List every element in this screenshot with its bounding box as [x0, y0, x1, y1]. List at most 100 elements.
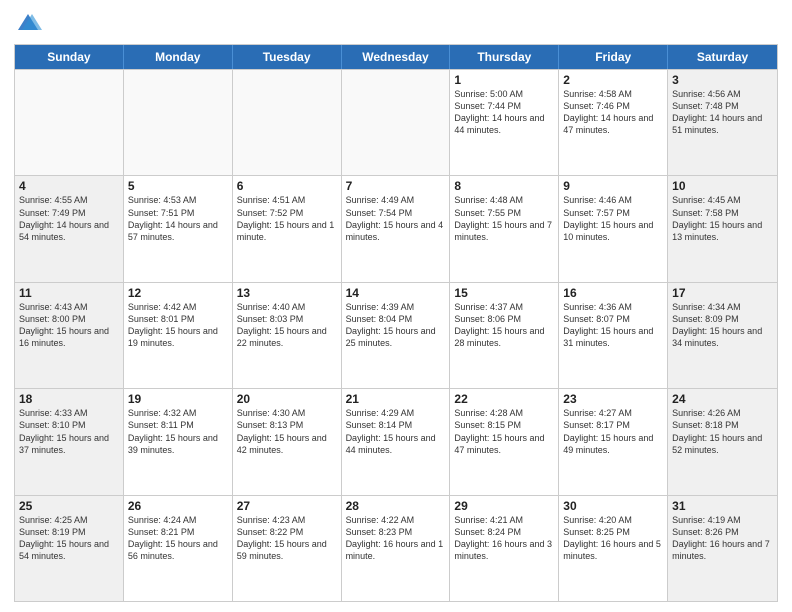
cell-info: Sunrise: 4:39 AM Sunset: 8:04 PM Dayligh…	[346, 301, 446, 350]
calendar-body: 1Sunrise: 5:00 AM Sunset: 7:44 PM Daylig…	[15, 69, 777, 601]
day-number: 28	[346, 499, 446, 513]
cal-cell-9: 9Sunrise: 4:46 AM Sunset: 7:57 PM Daylig…	[559, 176, 668, 281]
cal-cell-20: 20Sunrise: 4:30 AM Sunset: 8:13 PM Dayli…	[233, 389, 342, 494]
cell-info: Sunrise: 4:46 AM Sunset: 7:57 PM Dayligh…	[563, 194, 663, 243]
cal-cell-14: 14Sunrise: 4:39 AM Sunset: 8:04 PM Dayli…	[342, 283, 451, 388]
cal-cell-17: 17Sunrise: 4:34 AM Sunset: 8:09 PM Dayli…	[668, 283, 777, 388]
cal-cell-empty-0-3	[342, 70, 451, 175]
cell-info: Sunrise: 4:45 AM Sunset: 7:58 PM Dayligh…	[672, 194, 773, 243]
week-row-4: 25Sunrise: 4:25 AM Sunset: 8:19 PM Dayli…	[15, 495, 777, 601]
day-number: 21	[346, 392, 446, 406]
logo	[14, 10, 44, 38]
cal-cell-26: 26Sunrise: 4:24 AM Sunset: 8:21 PM Dayli…	[124, 496, 233, 601]
cal-cell-1: 1Sunrise: 5:00 AM Sunset: 7:44 PM Daylig…	[450, 70, 559, 175]
col-header-tuesday: Tuesday	[233, 45, 342, 69]
cal-cell-empty-0-1	[124, 70, 233, 175]
cell-info: Sunrise: 4:29 AM Sunset: 8:14 PM Dayligh…	[346, 407, 446, 456]
cal-cell-10: 10Sunrise: 4:45 AM Sunset: 7:58 PM Dayli…	[668, 176, 777, 281]
cal-cell-29: 29Sunrise: 4:21 AM Sunset: 8:24 PM Dayli…	[450, 496, 559, 601]
cell-info: Sunrise: 4:26 AM Sunset: 8:18 PM Dayligh…	[672, 407, 773, 456]
cell-info: Sunrise: 4:36 AM Sunset: 8:07 PM Dayligh…	[563, 301, 663, 350]
cal-cell-24: 24Sunrise: 4:26 AM Sunset: 8:18 PM Dayli…	[668, 389, 777, 494]
day-number: 11	[19, 286, 119, 300]
day-number: 4	[19, 179, 119, 193]
col-header-thursday: Thursday	[450, 45, 559, 69]
day-number: 23	[563, 392, 663, 406]
day-number: 27	[237, 499, 337, 513]
day-number: 6	[237, 179, 337, 193]
cell-info: Sunrise: 4:34 AM Sunset: 8:09 PM Dayligh…	[672, 301, 773, 350]
day-number: 18	[19, 392, 119, 406]
day-number: 8	[454, 179, 554, 193]
cell-info: Sunrise: 5:00 AM Sunset: 7:44 PM Dayligh…	[454, 88, 554, 137]
day-number: 31	[672, 499, 773, 513]
cell-info: Sunrise: 4:23 AM Sunset: 8:22 PM Dayligh…	[237, 514, 337, 563]
cell-info: Sunrise: 4:37 AM Sunset: 8:06 PM Dayligh…	[454, 301, 554, 350]
day-number: 3	[672, 73, 773, 87]
day-number: 9	[563, 179, 663, 193]
cell-info: Sunrise: 4:21 AM Sunset: 8:24 PM Dayligh…	[454, 514, 554, 563]
col-header-monday: Monday	[124, 45, 233, 69]
cal-cell-16: 16Sunrise: 4:36 AM Sunset: 8:07 PM Dayli…	[559, 283, 668, 388]
cal-cell-27: 27Sunrise: 4:23 AM Sunset: 8:22 PM Dayli…	[233, 496, 342, 601]
cal-cell-23: 23Sunrise: 4:27 AM Sunset: 8:17 PM Dayli…	[559, 389, 668, 494]
cell-info: Sunrise: 4:24 AM Sunset: 8:21 PM Dayligh…	[128, 514, 228, 563]
col-header-sunday: Sunday	[15, 45, 124, 69]
week-row-2: 11Sunrise: 4:43 AM Sunset: 8:00 PM Dayli…	[15, 282, 777, 388]
cell-info: Sunrise: 4:56 AM Sunset: 7:48 PM Dayligh…	[672, 88, 773, 137]
day-number: 29	[454, 499, 554, 513]
header	[14, 10, 778, 38]
cal-cell-25: 25Sunrise: 4:25 AM Sunset: 8:19 PM Dayli…	[15, 496, 124, 601]
cal-cell-13: 13Sunrise: 4:40 AM Sunset: 8:03 PM Dayli…	[233, 283, 342, 388]
day-number: 17	[672, 286, 773, 300]
cal-cell-3: 3Sunrise: 4:56 AM Sunset: 7:48 PM Daylig…	[668, 70, 777, 175]
cal-cell-30: 30Sunrise: 4:20 AM Sunset: 8:25 PM Dayli…	[559, 496, 668, 601]
day-number: 16	[563, 286, 663, 300]
week-row-0: 1Sunrise: 5:00 AM Sunset: 7:44 PM Daylig…	[15, 69, 777, 175]
cell-info: Sunrise: 4:53 AM Sunset: 7:51 PM Dayligh…	[128, 194, 228, 243]
day-number: 14	[346, 286, 446, 300]
day-number: 15	[454, 286, 554, 300]
cell-info: Sunrise: 4:58 AM Sunset: 7:46 PM Dayligh…	[563, 88, 663, 137]
cal-cell-12: 12Sunrise: 4:42 AM Sunset: 8:01 PM Dayli…	[124, 283, 233, 388]
cell-info: Sunrise: 4:55 AM Sunset: 7:49 PM Dayligh…	[19, 194, 119, 243]
day-number: 13	[237, 286, 337, 300]
cell-info: Sunrise: 4:49 AM Sunset: 7:54 PM Dayligh…	[346, 194, 446, 243]
cal-cell-21: 21Sunrise: 4:29 AM Sunset: 8:14 PM Dayli…	[342, 389, 451, 494]
col-header-saturday: Saturday	[668, 45, 777, 69]
logo-icon	[14, 10, 42, 38]
cal-cell-11: 11Sunrise: 4:43 AM Sunset: 8:00 PM Dayli…	[15, 283, 124, 388]
cal-cell-8: 8Sunrise: 4:48 AM Sunset: 7:55 PM Daylig…	[450, 176, 559, 281]
cal-cell-5: 5Sunrise: 4:53 AM Sunset: 7:51 PM Daylig…	[124, 176, 233, 281]
cal-cell-4: 4Sunrise: 4:55 AM Sunset: 7:49 PM Daylig…	[15, 176, 124, 281]
day-number: 1	[454, 73, 554, 87]
cal-cell-empty-0-2	[233, 70, 342, 175]
cell-info: Sunrise: 4:51 AM Sunset: 7:52 PM Dayligh…	[237, 194, 337, 243]
cell-info: Sunrise: 4:25 AM Sunset: 8:19 PM Dayligh…	[19, 514, 119, 563]
cell-info: Sunrise: 4:42 AM Sunset: 8:01 PM Dayligh…	[128, 301, 228, 350]
cell-info: Sunrise: 4:48 AM Sunset: 7:55 PM Dayligh…	[454, 194, 554, 243]
cell-info: Sunrise: 4:20 AM Sunset: 8:25 PM Dayligh…	[563, 514, 663, 563]
cal-cell-7: 7Sunrise: 4:49 AM Sunset: 7:54 PM Daylig…	[342, 176, 451, 281]
day-number: 24	[672, 392, 773, 406]
cal-cell-15: 15Sunrise: 4:37 AM Sunset: 8:06 PM Dayli…	[450, 283, 559, 388]
cal-cell-empty-0-0	[15, 70, 124, 175]
day-number: 7	[346, 179, 446, 193]
cal-cell-6: 6Sunrise: 4:51 AM Sunset: 7:52 PM Daylig…	[233, 176, 342, 281]
day-number: 20	[237, 392, 337, 406]
day-number: 19	[128, 392, 228, 406]
day-number: 26	[128, 499, 228, 513]
cell-info: Sunrise: 4:28 AM Sunset: 8:15 PM Dayligh…	[454, 407, 554, 456]
col-header-wednesday: Wednesday	[342, 45, 451, 69]
cal-cell-31: 31Sunrise: 4:19 AM Sunset: 8:26 PM Dayli…	[668, 496, 777, 601]
cal-cell-2: 2Sunrise: 4:58 AM Sunset: 7:46 PM Daylig…	[559, 70, 668, 175]
day-number: 10	[672, 179, 773, 193]
cal-cell-28: 28Sunrise: 4:22 AM Sunset: 8:23 PM Dayli…	[342, 496, 451, 601]
cell-info: Sunrise: 4:30 AM Sunset: 8:13 PM Dayligh…	[237, 407, 337, 456]
cal-cell-19: 19Sunrise: 4:32 AM Sunset: 8:11 PM Dayli…	[124, 389, 233, 494]
day-number: 2	[563, 73, 663, 87]
cell-info: Sunrise: 4:22 AM Sunset: 8:23 PM Dayligh…	[346, 514, 446, 563]
cal-cell-18: 18Sunrise: 4:33 AM Sunset: 8:10 PM Dayli…	[15, 389, 124, 494]
week-row-3: 18Sunrise: 4:33 AM Sunset: 8:10 PM Dayli…	[15, 388, 777, 494]
cell-info: Sunrise: 4:43 AM Sunset: 8:00 PM Dayligh…	[19, 301, 119, 350]
